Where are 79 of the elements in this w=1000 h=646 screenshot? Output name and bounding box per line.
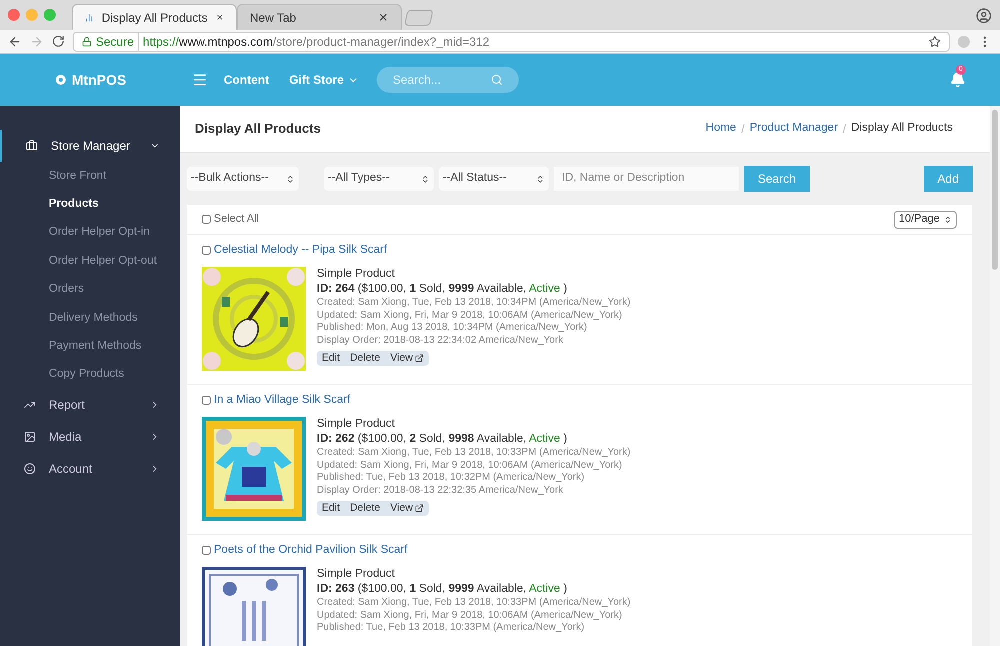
sidebar-item[interactable]: Account: [0, 453, 180, 486]
tab-title: New Tab: [250, 10, 298, 26]
sidebar-item[interactable]: Report: [0, 389, 180, 422]
breadcrumb-separator: /: [741, 121, 745, 138]
image-icon: [24, 431, 36, 444]
sidebar-subitem[interactable]: Store Front: [0, 162, 180, 190]
product-action-button[interactable]: Edit: [317, 351, 346, 366]
external-link-icon: [415, 504, 424, 514]
product-type: Simple Product: [317, 267, 396, 282]
logo-icon: [56, 75, 66, 85]
page-title: Display All Products: [195, 120, 322, 138]
close-tab-icon[interactable]: [378, 12, 389, 23]
select-all-label: Select All: [214, 212, 260, 228]
product-action-button[interactable]: Delete: [345, 351, 386, 366]
product-action-button[interactable]: Edit: [317, 501, 346, 516]
product-meta-line: Published: Mon, Aug 13 2018, 10:34PM (America/New_York): [317, 322, 588, 335]
lock-icon: [82, 36, 92, 46]
select-arrows-icon: [286, 174, 295, 184]
sidebar-subitem[interactable]: Copy Products: [0, 360, 180, 390]
product-type: Simple Product: [317, 417, 396, 432]
product-meta-line: Published: Tue, Feb 13 2018, 10:32PM (America/New_York): [317, 472, 586, 485]
breadcrumb-link[interactable]: Home: [706, 120, 736, 138]
sidebar-subitem[interactable]: Delivery Methods: [0, 304, 180, 332]
close-tab-icon[interactable]: [216, 12, 224, 23]
sidebar-item[interactable]: Media: [0, 421, 180, 454]
filter-select[interactable]: --All Status--: [439, 167, 549, 191]
product-summary: ID: 262 ($100.00, 2 Sold, 9998 Available, Active ): [317, 432, 568, 448]
sidebar-subitem[interactable]: Order Helper Opt-out: [0, 247, 180, 276]
product-action-button[interactable]: Delete: [345, 501, 386, 516]
product-meta-line: Published: Tue, Feb 13 2018, 10:33PM (America/New_York): [317, 622, 586, 635]
page-size-select[interactable]: 10/Page: [894, 210, 957, 228]
select-arrows-icon: [944, 216, 952, 224]
product-checkbox[interactable]: [202, 546, 211, 556]
filter-select[interactable]: --Bulk Actions--: [187, 167, 299, 191]
sidebar-subitem[interactable]: Payment Methods: [0, 332, 180, 361]
secure-label: Secure: [96, 32, 140, 50]
product-checkbox[interactable]: [202, 246, 211, 256]
product-meta-line: Created: Sam Xiong, Tue, Feb 13 2018, 10:33PM (America/New_York): [317, 597, 631, 610]
profile-icon[interactable]: [976, 8, 992, 24]
bar-chart-icon: [85, 12, 94, 24]
product-meta-line: Updated: Sam Xiong, Fri, Mar 9 2018, 10:06AM (America/New_York): [317, 610, 624, 622]
sidebar-subitem[interactable]: Products: [0, 190, 180, 219]
browser-tab[interactable]: Display All Products: [72, 4, 237, 30]
smiley-icon: [24, 463, 36, 476]
url-text: https://www.mtnpos.com/store/product-manager/index?_mid=312: [143, 34, 490, 50]
product-name-link[interactable]: Poets of the Orchid Pavilion Silk Scarf: [214, 542, 408, 560]
product-checkbox[interactable]: [202, 396, 211, 406]
back-icon[interactable]: [8, 34, 22, 48]
search-input[interactable]: ID, Name or Description: [554, 167, 739, 191]
product-summary: ID: 263 ($100.00, 1 Sold, 9999 Available, Active ): [317, 582, 568, 598]
browser-tab[interactable]: New Tab: [237, 4, 402, 30]
product-meta-line: Updated: Sam Xiong, Fri, Mar 9 2018, 10:06AM (America/New_York): [317, 310, 624, 322]
product-action-button[interactable]: View: [385, 351, 430, 366]
breadcrumb-link[interactable]: Product Manager: [750, 120, 838, 138]
briefcase-icon: [26, 140, 38, 152]
product-meta-line: Created: Sam Xiong, Tue, Feb 13 2018, 10:33PM (America/New_York): [317, 447, 631, 460]
address-bar[interactable]: Secure https://www.mtnpos.com/store/product-manager/index?_mid=312: [73, 32, 950, 52]
product-meta-line: Updated: Sam Xiong, Fri, Mar 9 2018, 10:06AM (America/New_York): [317, 460, 624, 472]
product-meta-line: Display Order: 2018-08-13 22:32:35 America/New_York: [317, 484, 564, 498]
product-type: Simple Product: [317, 567, 396, 582]
product-summary: ID: 264 ($100.00, 1 Sold, 9999 Available, Active ): [317, 282, 568, 298]
select-arrows-icon: [421, 174, 430, 184]
product-action-button[interactable]: View: [385, 501, 430, 516]
breadcrumb-current: Display All Products: [851, 121, 953, 136]
bookmark-star-icon[interactable]: [929, 36, 941, 48]
notification-bell-icon[interactable]: [950, 72, 966, 88]
reload-icon[interactable]: [52, 35, 65, 48]
product-name-link[interactable]: In a Miao Village Silk Scarf: [214, 392, 351, 410]
sidebar-subitem[interactable]: Orders: [0, 276, 180, 304]
sidebar-subitem[interactable]: Order Helper Opt-in: [0, 218, 180, 248]
product-name-link[interactable]: Celestial Melody -- Pipa Silk Scarf: [214, 242, 388, 260]
product-meta-line: Display Order: 2018-08-13 22:34:02 America/New_York: [317, 334, 564, 348]
tab-title: Display All Products: [102, 10, 208, 26]
external-link-icon: [415, 354, 424, 364]
select-arrows-icon: [536, 174, 545, 184]
select-all-checkbox[interactable]: [202, 215, 211, 224]
breadcrumb-separator: /: [843, 121, 846, 138]
product-meta-line: Created: Sam Xiong, Tue, Feb 13 2018, 10:34PM (America/New_York): [317, 297, 631, 310]
filter-select[interactable]: --All Types--: [324, 167, 434, 191]
